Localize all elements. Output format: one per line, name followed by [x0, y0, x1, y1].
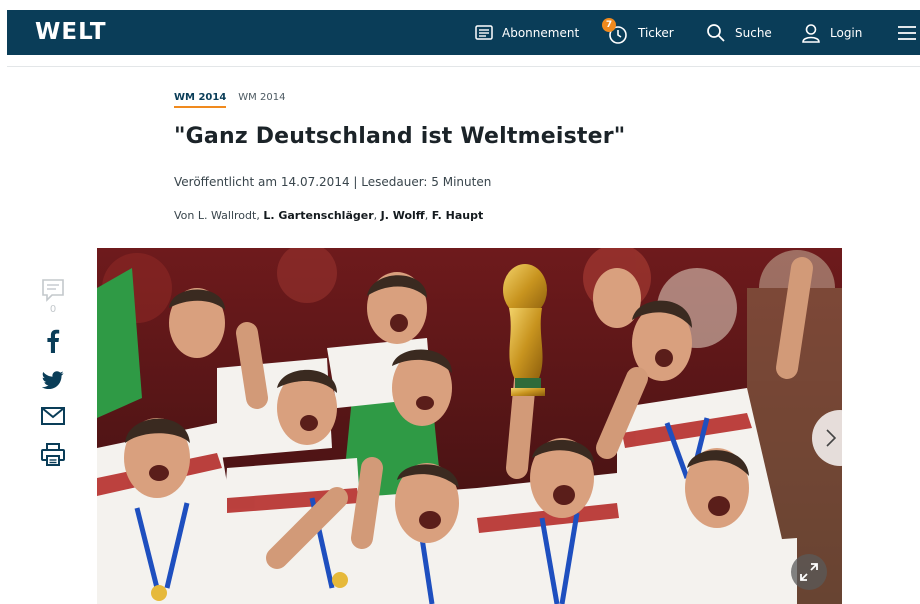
mail-icon — [41, 407, 65, 425]
nav-ticker-label: Ticker — [638, 25, 674, 40]
header-divider — [7, 66, 920, 67]
share-bar: 0 — [38, 278, 68, 471]
facebook-share-button[interactable] — [46, 329, 60, 357]
mail-share-button[interactable] — [41, 407, 65, 429]
chevron-right-icon — [826, 429, 836, 447]
nav-ticker[interactable]: 7 Ticker — [602, 10, 674, 55]
print-button[interactable] — [41, 443, 65, 471]
hamburger-icon — [898, 25, 916, 40]
publish-info: Veröffentlicht am 14.07.2014 | Lesedauer… — [174, 175, 492, 189]
ticker-badge: 7 — [602, 17, 616, 32]
expand-icon — [800, 563, 818, 581]
byline-separator: , — [373, 209, 381, 222]
newspaper-icon — [475, 24, 493, 40]
search-icon — [707, 23, 725, 42]
nav-login[interactable]: Login — [801, 10, 862, 55]
comments-button[interactable]: 0 — [41, 278, 65, 315]
byline-separator: , — [424, 209, 432, 222]
gallery-next-button[interactable] — [812, 410, 868, 466]
author-link[interactable]: F. Haupt — [432, 209, 484, 222]
fullscreen-button[interactable] — [791, 554, 827, 590]
nav-search-label: Suche — [735, 25, 772, 40]
team-celebration-photo — [97, 248, 842, 604]
comment-count: 0 — [49, 304, 57, 315]
twitter-share-button[interactable] — [41, 371, 64, 393]
article-headline: "Ganz Deutschland ist Weltmeister" — [174, 124, 626, 149]
welt-logo[interactable]: WELT — [35, 19, 107, 45]
hero-image[interactable] — [97, 248, 842, 604]
kicker: WM 2014 WM 2014 — [174, 92, 285, 108]
author-link[interactable]: J. Wolff — [381, 209, 425, 222]
nav-login-label: Login — [830, 25, 863, 40]
byline-prefix: Von L. Wallrodt, — [174, 209, 264, 222]
facebook-icon — [47, 329, 60, 353]
author-link[interactable]: L. Gartenschläger — [263, 209, 373, 222]
kicker-subtopic: WM 2014 — [238, 92, 286, 103]
nav-abonnement-label: Abonnement — [502, 25, 580, 40]
clock-icon: 7 — [602, 17, 629, 46]
user-icon — [802, 23, 820, 43]
byline: Von L. Wallrodt, L. Gartenschläger, J. W… — [174, 209, 483, 222]
print-icon — [41, 443, 65, 466]
comment-icon — [42, 279, 64, 302]
nav-search[interactable]: Suche — [706, 10, 772, 55]
site-header: WELT Abonnement 7 Ticker Suche Login — [7, 10, 920, 55]
nav-abonnement[interactable]: Abonnement — [475, 10, 579, 55]
menu-button[interactable] — [897, 10, 917, 55]
twitter-icon — [41, 371, 64, 390]
kicker-topic-link[interactable]: WM 2014 — [174, 92, 227, 108]
